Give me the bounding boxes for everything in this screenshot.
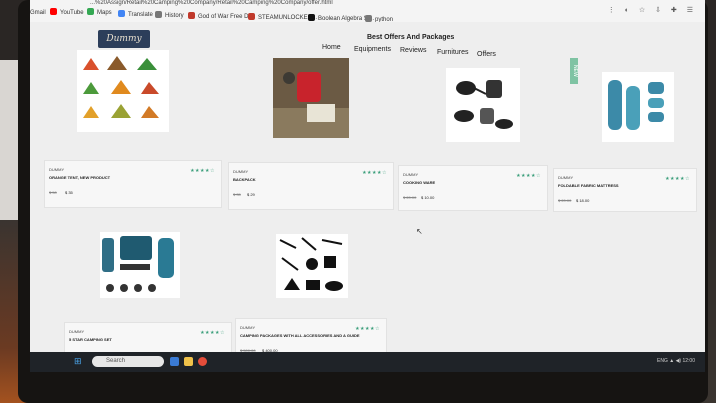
new-price: $ 35 [65, 190, 73, 195]
bookmark-youtube[interactable]: YouTube [50, 8, 84, 16]
bookmark-steamunlocked[interactable]: STEAMUNLOCKED... [248, 13, 317, 21]
system-tray[interactable]: ENG ▲ ◀) 12:00 [657, 358, 695, 364]
bookmark-red-icon [248, 13, 255, 20]
folder-icon [365, 15, 372, 22]
bookmark-history[interactable]: History [155, 11, 184, 19]
file-explorer-icon[interactable] [184, 357, 193, 366]
old-price: $ 20.00 [403, 195, 417, 200]
bookmark-gmail[interactable]: Gmail [30, 8, 46, 16]
old-price: $ 50 [49, 190, 57, 195]
product-name[interactable]: BACKPACK [233, 177, 256, 182]
screen: ...%20Assign/Retail%20Camping%20Company/… [30, 0, 705, 372]
rating-stars: ★★★★☆ [355, 326, 380, 332]
product-name[interactable]: ORANGE TENT, NEW PRODUCT [49, 175, 110, 180]
translate-icon [118, 10, 125, 17]
bookmark-maps[interactable]: Maps [87, 8, 112, 16]
maps-icon [87, 8, 94, 15]
youtube-icon [50, 8, 57, 15]
offers-page: Dummy NEW NEW Best Offers And Packages H… [30, 22, 705, 368]
new-price: $ 18.00 [576, 198, 590, 203]
nav-reviews[interactable]: Reviews [400, 47, 426, 54]
rating-stars: ★★★★☆ [516, 173, 541, 179]
chrome-icon[interactable] [198, 357, 207, 366]
backpack-icon[interactable] [273, 58, 349, 138]
product-name[interactable]: FOLDABLE FABRIC MATTRESS [558, 183, 619, 188]
site-logo[interactable]: Dummy [98, 30, 150, 48]
tents-icon[interactable] [77, 50, 169, 132]
rating-stars: ★★★★☆ [362, 170, 387, 176]
product-brand: DUMMY [49, 167, 65, 172]
edge-icon[interactable] [170, 357, 179, 366]
camping-set-icon[interactable] [100, 232, 180, 298]
nav-home[interactable]: Home [322, 44, 341, 51]
product-name[interactable]: CAMPING PACKAGES WITH ALL ACCESSORIES AN… [240, 333, 360, 338]
promo-title: Best Offers And Packages [367, 34, 455, 41]
rating-stars: ★★★★☆ [665, 176, 690, 182]
rating-stars: ★★★★☆ [190, 168, 215, 174]
product-brand: DUMMY [558, 175, 574, 180]
bookmark-god-of-war[interactable]: God of War Free D... [188, 12, 253, 20]
taskbar-search[interactable]: Search [92, 356, 164, 367]
product-name[interactable]: 5 STAR CAMPING SET [69, 337, 112, 342]
product-card[interactable]: DUMMY ★★★★☆ FOLDABLE FABRIC MATTRESS $ 2… [553, 168, 697, 212]
nav-furnitures[interactable]: Furnitures [437, 49, 469, 56]
history-icon [155, 11, 162, 18]
product-card[interactable]: DUMMY ★★★★☆ COOKING WARE $ 20.00 $ 10.00 [398, 165, 548, 211]
product-brand: DUMMY [233, 169, 249, 174]
nav-equipments[interactable]: Equipments [354, 46, 391, 53]
new-price: $ 10.00 [421, 195, 435, 200]
bookmarks-bar: ...%20Assign/Retail%20Camping%20Company/… [30, 0, 705, 23]
mattress-icon[interactable] [602, 72, 674, 142]
nav-offers[interactable]: Offers [477, 51, 496, 58]
accessories-icon[interactable] [276, 234, 348, 298]
product-name[interactable]: COOKING WARE [403, 180, 435, 185]
new-price: $ 29 [247, 192, 255, 197]
browser-toolbar-icons[interactable]: ⋮ ◐ ☆ ⇩ ✚ ☰ [608, 6, 697, 14]
product-card[interactable]: DUMMY ★★★★☆ ORANGE TENT, NEW PRODUCT $ 5… [44, 160, 222, 208]
old-price: $ 20.00 [558, 198, 572, 203]
rating-stars: ★★★★☆ [200, 330, 225, 336]
bookmark-translate[interactable]: Translate [118, 10, 153, 18]
cookware-icon[interactable] [446, 68, 520, 142]
bookmark-red-icon [188, 12, 195, 19]
mouse-cursor-icon: ↖ [416, 227, 423, 236]
product-brand: DUMMY [403, 172, 419, 177]
bookmark-dark-icon [308, 14, 315, 21]
address-url[interactable]: ...%20Assign/Retail%20Camping%20Company/… [90, 0, 333, 6]
product-brand: DUMMY [69, 329, 85, 334]
windows-start-icon[interactable]: ⊞ [74, 357, 83, 366]
taskbar: ⊞ Search ENG ▲ ◀) 12:00 [30, 352, 705, 372]
product-card[interactable]: DUMMY ★★★★☆ BACKPACK $ 35 $ 29 [228, 162, 394, 210]
old-price: $ 35 [233, 192, 241, 197]
product-brand: DUMMY [240, 325, 256, 330]
side-tab-right[interactable]: NEW [570, 58, 578, 84]
